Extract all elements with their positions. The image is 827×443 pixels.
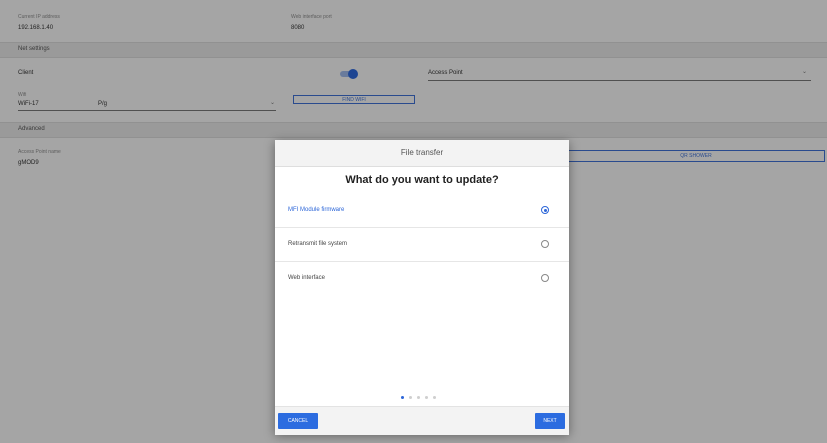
option-label: MFI Module firmware	[288, 207, 345, 213]
page-dot-4	[425, 396, 428, 399]
option-label: Web interface	[288, 275, 325, 281]
page-dot-2	[409, 396, 412, 399]
radio-empty-icon[interactable]	[541, 274, 549, 282]
file-transfer-dialog: File transfer What do you want to update…	[275, 140, 569, 435]
page-indicator	[399, 395, 445, 401]
dialog-question: What do you want to update?	[345, 174, 499, 186]
dialog-title: File transfer	[275, 140, 569, 167]
option-web-interface[interactable]: Web interface	[275, 262, 569, 296]
radio-empty-icon[interactable]	[541, 240, 549, 248]
dialog-footer: CANCEL NEXT	[275, 406, 569, 435]
option-mfi-firmware[interactable]: MFI Module firmware	[275, 194, 569, 228]
next-button[interactable]: NEXT	[535, 413, 565, 429]
cancel-button[interactable]: CANCEL	[278, 413, 318, 429]
option-file-system[interactable]: Retransmit file system	[275, 228, 569, 262]
page-dot-5	[433, 396, 436, 399]
page-dot-1	[401, 396, 404, 399]
page-dot-3	[417, 396, 420, 399]
option-label: Retransmit file system	[288, 241, 348, 247]
radio-selected-icon[interactable]	[541, 206, 549, 214]
